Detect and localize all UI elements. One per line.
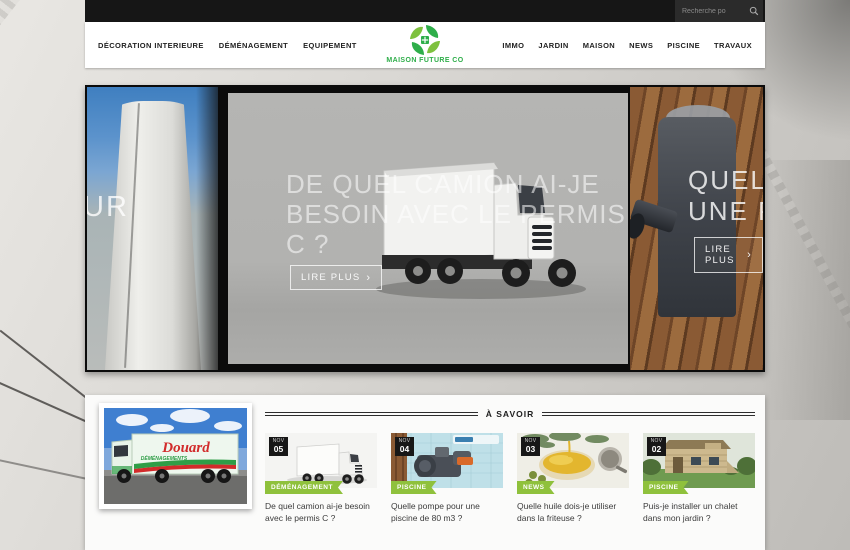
header-rule-left xyxy=(265,412,478,416)
search-input[interactable] xyxy=(682,8,749,15)
hero-title-partial: QUELL UNE P xyxy=(688,165,763,227)
article-title[interactable]: Puis-je installer un chalet dans mon jar… xyxy=(643,500,755,524)
search-box[interactable] xyxy=(675,0,763,22)
a-savoir-section: À SAVOIR xyxy=(265,409,755,524)
lire-plus-label: LIRE PLUS xyxy=(301,272,360,283)
article-thumbnail[interactable]: NOV 03 NEWS xyxy=(517,433,629,488)
date-badge: NOV 05 xyxy=(269,437,288,456)
search-icon[interactable] xyxy=(749,6,759,16)
logo-pinwheel-leaves-icon xyxy=(409,24,441,56)
date-badge: NOV 03 xyxy=(521,437,540,456)
article-card[interactable]: NOV 03 NEWS Quelle huile dois-je utilise… xyxy=(517,433,629,524)
lire-plus-button[interactable]: LIRE PLUS › xyxy=(290,265,382,290)
nav-item-travaux[interactable]: TRAVAUX xyxy=(714,41,752,50)
article-thumbnail[interactable]: NOV 04 PISCINE xyxy=(391,433,503,488)
logo-text: MAISON FUTURE CO xyxy=(380,57,470,64)
lire-plus-button[interactable]: LIRE PLUS › xyxy=(694,237,763,273)
hero-title: DE QUEL CAMION AI-JE BESOIN AVEC LE PERM… xyxy=(286,169,626,259)
article-thumbnail[interactable]: NOV 02 PISCINE xyxy=(643,433,755,488)
lire-plus-label: LIRE PLUS xyxy=(705,244,741,266)
hero-carousel: UR xyxy=(85,85,765,372)
carousel-slide-next[interactable]: QUELL UNE P LIRE PLUS › xyxy=(630,87,763,370)
chevron-right-icon: › xyxy=(747,251,752,259)
nav-item-jardin[interactable]: JARDIN xyxy=(538,41,568,50)
page-background: DÉCORATION INTERIEURE DÉMÉNAGEMENT EQUIP… xyxy=(0,0,850,550)
chevron-right-icon: › xyxy=(366,274,371,282)
nav-item-demenagement[interactable]: DÉMÉNAGEMENT xyxy=(219,41,288,50)
nav-item-immo[interactable]: IMMO xyxy=(502,41,524,50)
date-badge: NOV 04 xyxy=(395,437,414,456)
article-title[interactable]: Quelle huile dois-je utiliser dans la fr… xyxy=(517,500,629,524)
svg-text:Douard: Douard xyxy=(161,440,210,456)
category-tag[interactable]: NEWS xyxy=(517,481,555,494)
header-rule-right xyxy=(542,412,755,416)
nav-item-piscine[interactable]: PISCINE xyxy=(667,41,700,50)
nav-item-maison[interactable]: MAISON xyxy=(583,41,615,50)
nav-item-equipement[interactable]: EQUIPEMENT xyxy=(303,41,357,50)
main-navigation: DÉCORATION INTERIEURE DÉMÉNAGEMENT EQUIP… xyxy=(85,22,765,68)
ceiling-shadow xyxy=(760,160,850,420)
content-panel: Douard DÉMÉNAGEMENTS À SAVOIR xyxy=(85,395,765,550)
category-tag[interactable]: DÉMÉNAGEMENT xyxy=(265,481,343,494)
category-tag[interactable]: PISCINE xyxy=(391,481,437,494)
article-title[interactable]: De quel camion ai-je besoin avec le perm… xyxy=(265,500,377,524)
site-logo[interactable]: MAISON FUTURE CO xyxy=(380,24,470,64)
carousel-slide-previous[interactable]: UR xyxy=(87,87,218,370)
article-card[interactable]: NOV 05 DÉMÉNAGEMENT De quel camion ai-je… xyxy=(265,433,377,524)
article-title[interactable]: Quelle pompe pour une piscine de 80 m3 ? xyxy=(391,500,503,524)
date-badge: NOV 02 xyxy=(647,437,666,456)
slide-title-partial: UR xyxy=(87,191,129,224)
nav-item-decoration-interieure[interactable]: DÉCORATION INTERIEURE xyxy=(98,41,204,50)
nav-item-news[interactable]: NEWS xyxy=(629,41,653,50)
article-thumbnail[interactable]: NOV 05 DÉMÉNAGEMENT xyxy=(265,433,377,488)
nav-right-group: IMMO JARDIN MAISON NEWS PISCINE TRAVAUX xyxy=(502,22,752,68)
douard-truck-photo: Douard DÉMÉNAGEMENTS xyxy=(104,408,247,504)
section-header: À SAVOIR xyxy=(265,409,755,419)
article-card-row: NOV 05 DÉMÉNAGEMENT De quel camion ai-je… xyxy=(265,433,755,524)
top-bar xyxy=(85,0,765,22)
category-tag[interactable]: PISCINE xyxy=(643,481,689,494)
featured-photo-card[interactable]: Douard DÉMÉNAGEMENTS xyxy=(99,403,252,509)
carousel-slide-active[interactable]: DE QUEL CAMION AI-JE BESOIN AVEC LE PERM… xyxy=(228,93,628,364)
section-title: À SAVOIR xyxy=(486,409,534,419)
article-card[interactable]: NOV 02 PISCINE Puis-je installer un chal… xyxy=(643,433,755,524)
slide-edge-shadow xyxy=(196,87,218,370)
article-card[interactable]: NOV 04 PISCINE Quelle pompe pour une pis… xyxy=(391,433,503,524)
svg-text:DÉMÉNAGEMENTS: DÉMÉNAGEMENTS xyxy=(141,454,188,462)
cooling-tower-image xyxy=(105,101,201,370)
nav-left-group: DÉCORATION INTERIEURE DÉMÉNAGEMENT EQUIP… xyxy=(98,22,357,68)
